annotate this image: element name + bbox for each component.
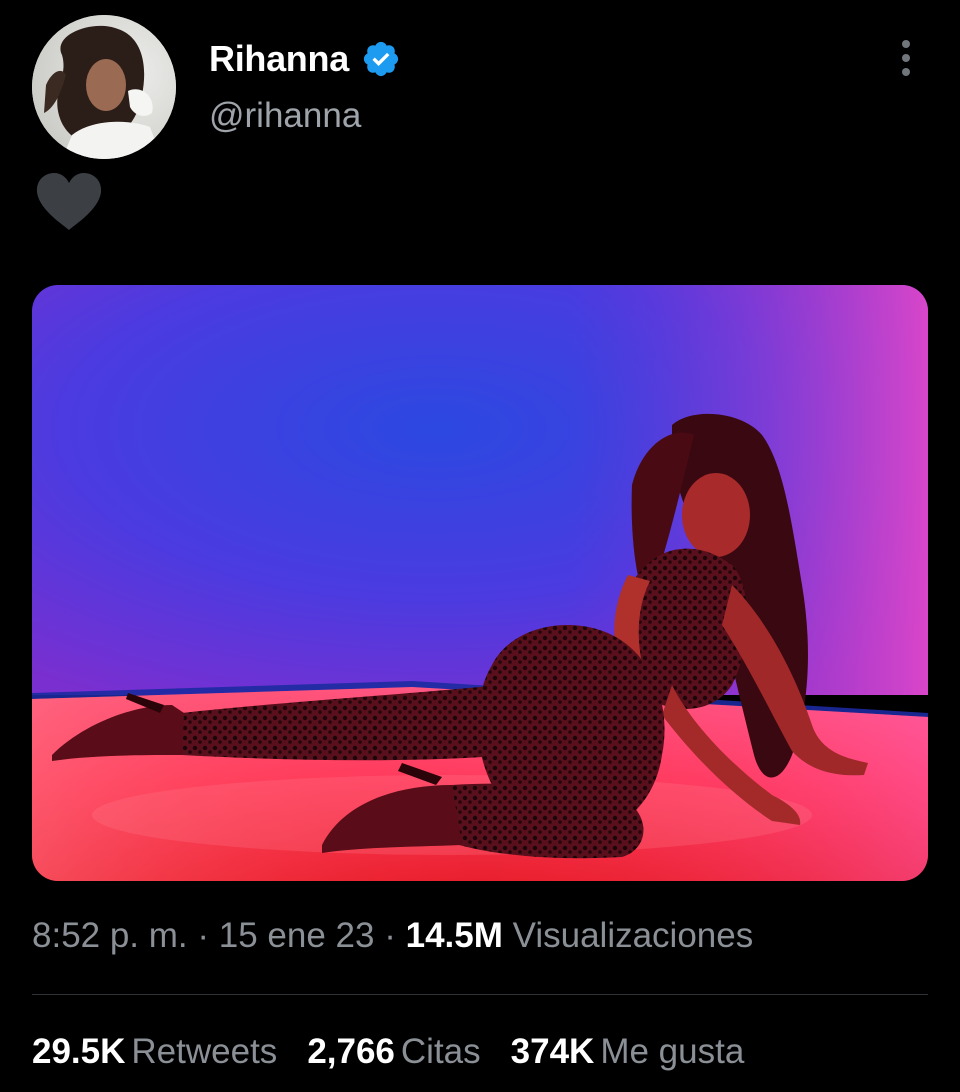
more-vertical-icon[interactable] — [888, 36, 924, 80]
meta-separator: · — [197, 916, 210, 955]
author-handle[interactable]: @rihanna — [209, 96, 361, 136]
verified-badge-icon[interactable] — [361, 39, 401, 79]
author-name-row[interactable]: Rihanna — [209, 36, 401, 82]
divider — [32, 994, 928, 995]
meta-separator: · — [384, 916, 396, 955]
engagement-stats: 29.5K Retweets 2,766 Citas 374K Me gusta — [32, 1032, 774, 1072]
likes-label: Me gusta — [600, 1032, 745, 1071]
quotes-count: 2,766 — [307, 1032, 395, 1071]
author-avatar[interactable] — [32, 15, 176, 159]
quotes-stat[interactable]: 2,766 Citas — [307, 1032, 480, 1072]
tweet-media-photo[interactable] — [32, 285, 928, 881]
retweets-label: Retweets — [131, 1032, 278, 1071]
retweets-count: 29.5K — [32, 1032, 126, 1071]
tweet-time[interactable]: 8:52 p. m. — [32, 916, 188, 955]
views-label: Visualizaciones — [512, 916, 754, 955]
tweet-date[interactable]: 15 ene 23 — [219, 916, 375, 955]
likes-stat[interactable]: 374K Me gusta — [511, 1032, 745, 1072]
black-heart-icon — [35, 172, 103, 232]
likes-count: 374K — [510, 1032, 595, 1071]
author-display-name[interactable]: Rihanna — [209, 38, 349, 80]
tweet-metadata: 8:52 p. m. · 15 ene 23 · 14.5M Visualiza… — [32, 916, 753, 956]
retweets-stat[interactable]: 29.5K Retweets — [32, 1032, 277, 1072]
views-count: 14.5M — [405, 916, 503, 955]
quotes-label: Citas — [400, 1032, 481, 1071]
